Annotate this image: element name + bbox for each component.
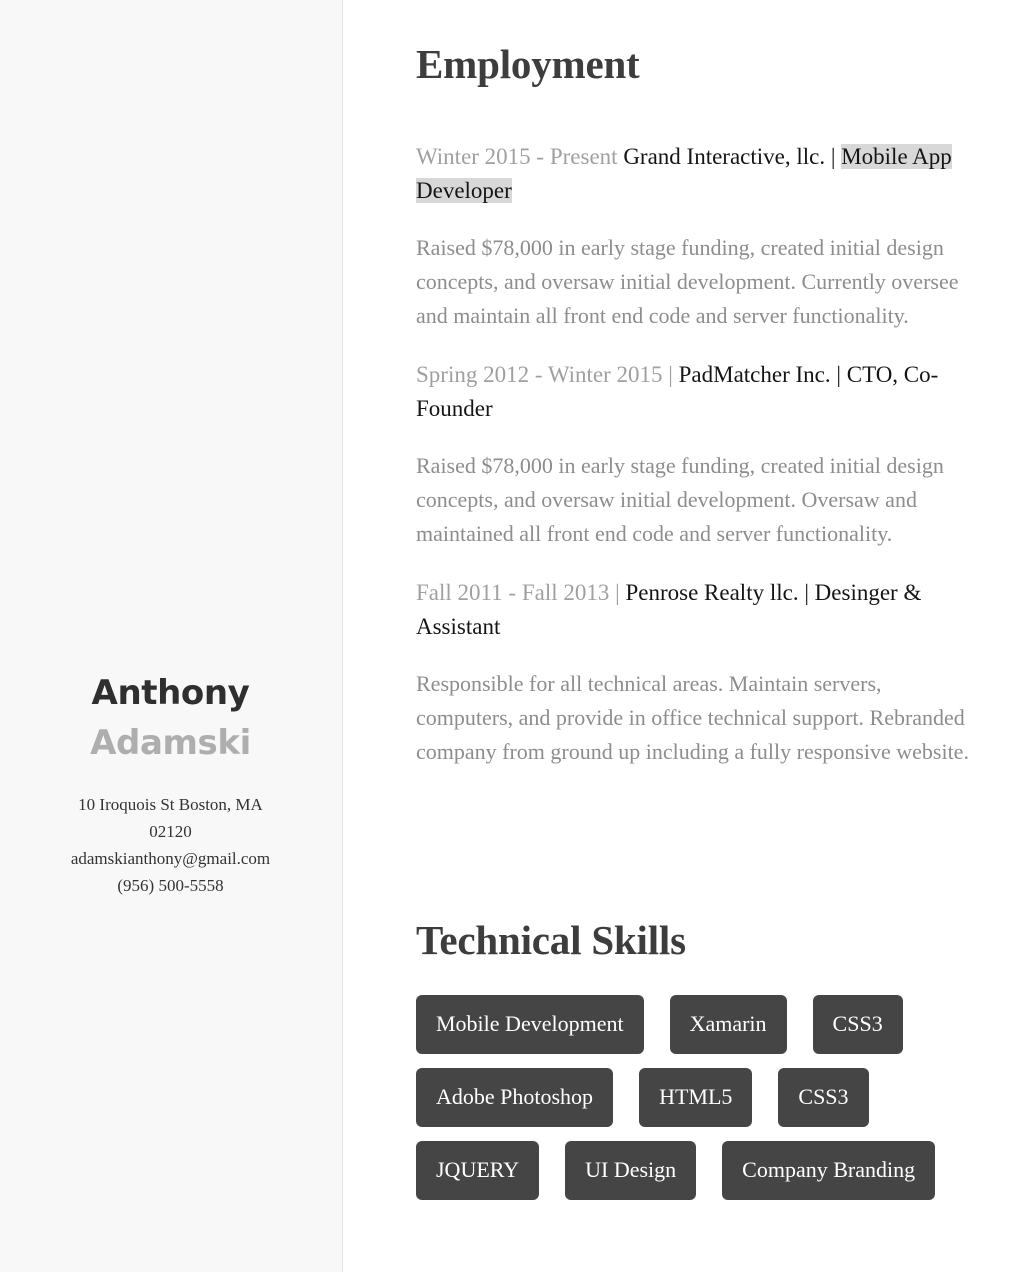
contact-phone[interactable]: (956) 500-5558 (18, 872, 323, 899)
skills-heading: Technical Skills (416, 917, 686, 964)
candidate-first-name: Anthony (91, 673, 250, 713)
identity-block: Anthony Adamski 10 Iroquois St Boston, M… (0, 668, 341, 899)
skill-tag[interactable]: UI Design (565, 1141, 697, 1201)
skill-tag[interactable]: Adobe Photoshop (416, 1068, 614, 1128)
candidate-last-name: Adamski (90, 723, 251, 763)
job-dates: Fall 2011 - Fall 2013 | (416, 579, 620, 605)
employment-heading: Employment (416, 41, 640, 88)
job-title-plain: Grand Interactive, llc. | (617, 143, 842, 169)
candidate-name: Anthony Adamski (18, 668, 323, 768)
skill-tag-row: JQUERY UI Design Company Branding (416, 1141, 1016, 1201)
contact-email[interactable]: adamskianthony@gmail.com (18, 845, 323, 872)
skill-tag[interactable]: JQUERY (416, 1141, 540, 1201)
skill-tag-row: Mobile Development Xamarin CSS3 (416, 995, 1016, 1055)
job-dates: Winter 2015 - Present (416, 143, 618, 169)
skill-tag[interactable]: CSS3 (812, 995, 903, 1055)
skill-tag[interactable]: CSS3 (778, 1068, 869, 1128)
contact-address-line2: 02120 (149, 822, 192, 841)
resume-page: Anthony Adamski 10 Iroquois St Boston, M… (0, 0, 1030, 1272)
job-heading: Fall 2011 - Fall 2013 | Penrose Realty l… (416, 576, 996, 644)
contact-block: 10 Iroquois St Boston, MA 02120 adamskia… (18, 791, 323, 899)
skill-tag[interactable]: Xamarin (669, 995, 787, 1055)
job-description: Responsible for all technical areas. Mai… (416, 670, 969, 764)
skill-tag-row: Adobe Photoshop HTML5 CSS3 (416, 1068, 1016, 1128)
job-description: Raised $78,000 in early stage funding, c… (416, 452, 944, 546)
main-content: Employment Winter 2015 - Present Grand I… (343, 0, 1030, 1272)
contact-address-line1: 10 Iroquois St Boston, MA (78, 795, 263, 814)
job-heading: Winter 2015 - Present Grand Interactive,… (416, 140, 996, 208)
job-description: Raised $78,000 in early stage funding, c… (416, 234, 959, 328)
sidebar: Anthony Adamski 10 Iroquois St Boston, M… (0, 0, 343, 1272)
skill-tag[interactable]: Company Branding (722, 1141, 936, 1201)
job-dates: Spring 2012 - Winter 2015 | (416, 361, 673, 387)
skill-tag[interactable]: HTML5 (639, 1068, 753, 1128)
skill-tag[interactable]: Mobile Development (416, 995, 644, 1055)
skill-tag-list: Mobile Development Xamarin CSS3 Adobe Ph… (416, 995, 1016, 1201)
job-heading: Spring 2012 - Winter 2015 | PadMatcher I… (416, 358, 996, 426)
